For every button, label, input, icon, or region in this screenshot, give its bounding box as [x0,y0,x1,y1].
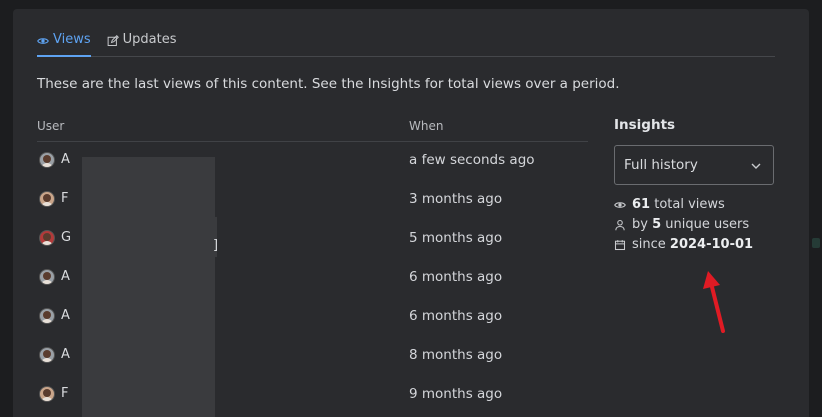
edit-icon [107,35,119,46]
period-select[interactable]: Full history [614,145,774,185]
column-header-user: User [37,119,65,133]
chevron-down-icon [751,163,761,169]
tab-views-label: Views [53,32,91,47]
period-select-value: Full history [624,157,698,173]
user-name[interactable]: F [61,386,68,401]
eye-icon [614,201,626,208]
tab-updates[interactable]: Updates [107,31,177,57]
view-time: 8 months ago [409,347,503,363]
user-name[interactable]: A [61,152,70,167]
background-content [810,220,822,417]
stat-total-views: 61 total views [614,197,725,212]
intro-text: These are the last views of this content… [37,76,620,92]
table-header-divider [37,141,588,142]
since-date: 2024-10-01 [669,237,754,252]
annotation-arrow [703,271,725,333]
view-time: a few seconds ago [409,152,535,168]
avatar[interactable] [39,191,55,207]
calendar-icon [614,239,626,250]
stat-unique-users: by 5 unique users [614,217,749,232]
views-dialog: Views Updates These are the last views o… [13,9,809,417]
redaction-block [82,157,215,417]
insights-title: Insights [614,117,676,133]
avatar[interactable] [39,269,55,285]
view-time: 6 months ago [409,308,503,324]
unique-users-label: unique users [665,217,750,232]
stat-since-date: since 2024-10-01 [614,237,753,252]
avatar[interactable] [39,386,55,402]
total-views-count: 61 [632,197,651,212]
view-time: 6 months ago [409,269,503,285]
view-time: 5 months ago [409,230,503,246]
user-name[interactable]: A [61,308,70,323]
unique-users-prefix: by [632,217,648,232]
unique-users-count: 5 [652,217,662,232]
tab-views[interactable]: Views [37,31,91,57]
tab-bar: Views Updates [37,31,775,57]
column-header-when: When [409,119,444,133]
user-name[interactable]: F [61,191,68,206]
tab-updates-label: Updates [122,32,177,47]
avatar[interactable] [39,347,55,363]
avatar[interactable] [39,308,55,324]
user-name[interactable]: G [61,230,71,245]
avatar[interactable] [39,230,55,246]
view-time: 3 months ago [409,191,503,207]
eye-icon [37,38,49,44]
since-prefix: since [632,237,666,252]
redacted-name-suffix: ] [213,238,219,253]
avatar[interactable] [39,152,55,168]
user-name[interactable]: A [61,347,70,362]
total-views-label: total views [654,197,725,212]
user-name[interactable]: A [61,269,70,284]
view-time: 9 months ago [409,386,503,402]
user-icon [615,219,625,230]
